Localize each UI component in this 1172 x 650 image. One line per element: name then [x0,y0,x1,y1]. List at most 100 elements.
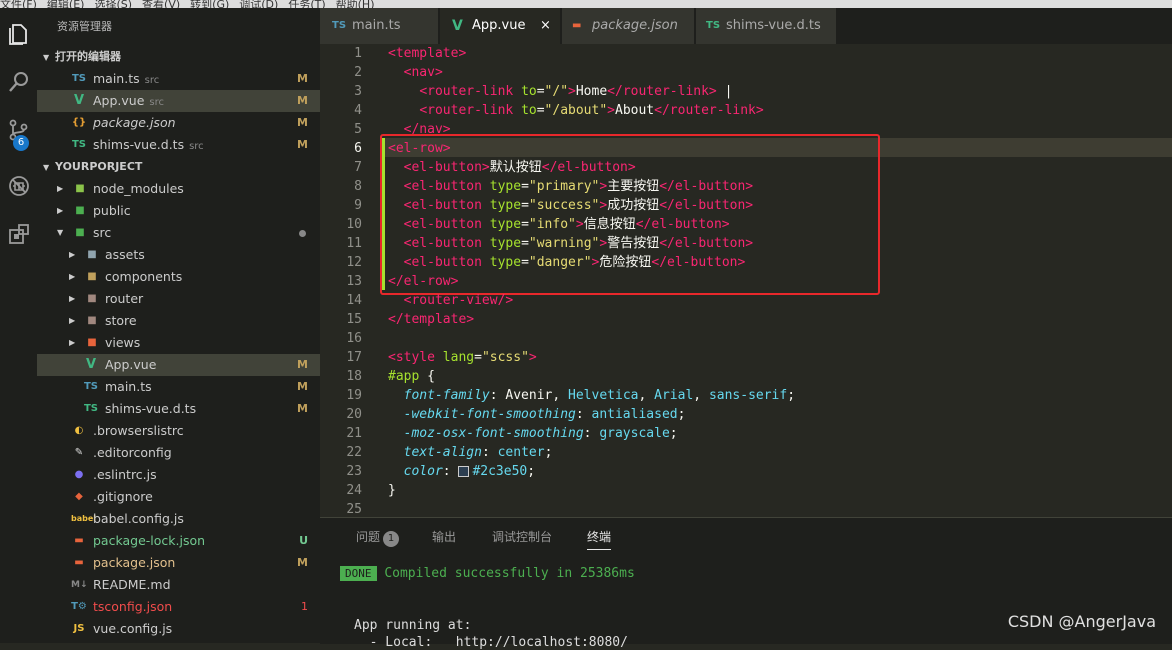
line-number: 18 [346,369,362,384]
typescript-icon: TS [332,20,347,31]
line-number: 12 [346,255,362,270]
tab-shims-vue[interactable]: TS shims-vue.d.ts [696,8,836,44]
tree-item[interactable]: ▶ ■ router [37,288,320,310]
tree-item[interactable]: ✎ .editorconfig [37,442,320,464]
menu-view[interactable]: 查看(V) [142,0,180,8]
code-editor[interactable]: 1 2 3 4 5 6 7 8 9 10 11 12 13 14 15 16 1… [320,44,1172,517]
tree-item[interactable]: ▬ package.json M [37,552,320,574]
tab-output[interactable]: 输出 [432,528,456,545]
open-editors-header[interactable]: ▼ 打开的编辑器 [37,46,320,68]
open-editor-label: main.ts src [93,71,160,86]
line-number: 6 [354,141,362,156]
tree-item[interactable]: M↓ README.md [37,574,320,596]
code-line: -moz-osx-font-smoothing: grayscale; [403,426,678,441]
menu-edit[interactable]: 编辑(E) [47,0,85,8]
explorer-sidebar: 资源管理器 ▼ 打开的编辑器 TS main.ts src M V App.vue s… [37,8,320,643]
tree-item[interactable]: ▼ ■ src [37,222,320,244]
tree-item[interactable]: TS shims-vue.d.ts M [37,398,320,420]
line-number: 1 [354,46,362,61]
chevron-right-icon: ▶ [69,272,76,281]
tab-package-json[interactable]: ▬ package.json [562,8,694,44]
tree-item-label: vue.config.js [93,621,173,636]
open-editor-item[interactable]: V App.vue src M [37,90,320,112]
menu-debug[interactable]: 调试(D) [239,0,278,8]
folder-icon: ■ [87,315,97,326]
tab-debug-console[interactable]: 调试控制台 [492,528,552,545]
extensions-icon[interactable] [0,216,37,252]
tree-item-label: public [93,203,131,218]
tab-main-ts[interactable]: TS main.ts [320,8,438,44]
tree-item[interactable]: ◐ .browserslistrc [37,420,320,442]
explorer-icon[interactable] [0,16,37,52]
tree-item[interactable]: V App.vue M [37,354,320,376]
tab-terminal[interactable]: 终端 [587,528,612,550]
menu-goto[interactable]: 转到(G) [190,0,229,8]
line-number: 4 [354,103,362,118]
menu-selection[interactable]: 选择(S) [94,0,132,8]
git-status: M [297,72,308,85]
open-editor-item[interactable]: {} package.json M [37,112,320,134]
tsconfig-icon: T⚙ [71,601,87,612]
done-badge: DONE [340,566,377,581]
tree-item[interactable]: babel babel.config.js [37,508,320,530]
git-status: M [297,116,308,129]
vue-icon: V [85,357,97,372]
open-editor-label: App.vue src [93,93,165,108]
debug-icon[interactable] [0,168,37,204]
tree-item[interactable]: ◆ .gitignore [37,486,320,508]
npm-icon: ▬ [572,20,582,31]
tree-item[interactable]: ● .eslintrc.js [37,464,320,486]
chevron-down-icon: ▼ [43,53,50,62]
terminal-compiled-line: DONE Compiled successfully in 25386ms [340,566,635,581]
tree-item[interactable]: ▶ ■ public [37,200,320,222]
open-editor-label: shims-vue.d.ts src [93,137,204,152]
search-icon[interactable] [0,64,37,100]
line-number: 2 [354,65,362,80]
typescript-icon: TS [83,403,99,414]
line-number: 22 [346,445,362,460]
menu-tasks[interactable]: 任务(T) [288,0,325,8]
code-line: <router-link to="/about">About</router-l… [419,103,764,118]
code-line: -webkit-font-smoothing: antialiased; [403,407,686,422]
open-editors-label: 打开的编辑器 [55,50,121,63]
line-number: 19 [346,388,362,403]
eslint-icon: ● [74,469,84,480]
editor-tabs: TS main.ts V App.vue × ▬ package.json TS… [320,8,1172,44]
tree-item[interactable]: ▶ ■ store [37,310,320,332]
open-editor-item[interactable]: TS shims-vue.d.ts src M [37,134,320,156]
tree-item[interactable]: ▶ ■ node_modules [37,178,320,200]
code-line: <template> [388,46,467,61]
menu-file[interactable]: 文件(F) [0,0,37,8]
git-status: M [297,358,308,371]
tab-app-vue[interactable]: V App.vue × [440,8,560,44]
code-line: <el-button>默认按钮</el-button> [403,160,636,175]
javascript-icon: JS [73,623,85,634]
tree-item[interactable]: ▶ ■ assets [37,244,320,266]
tree-item-label: components [105,269,183,284]
close-icon[interactable]: × [540,8,551,44]
tree-item[interactable]: ▬ package-lock.json U [37,530,320,552]
code-line: <el-button type="primary">主要按钮</el-butto… [403,179,754,194]
project-header[interactable]: ▼ YOURPORJECT [37,156,320,178]
git-icon: ◆ [75,491,83,502]
open-editor-item[interactable]: TS main.ts src M [37,68,320,90]
git-status: M [297,380,308,393]
code-line: color: #2c3e50; [403,464,536,479]
tree-item[interactable]: TS main.ts M [37,376,320,398]
tree-item[interactable]: JS vue.config.js [37,618,320,640]
tree-item-label: main.ts [105,379,152,394]
tree-item[interactable]: T⚙ tsconfig.json 1 [37,596,320,618]
chevron-right-icon: ▶ [69,316,76,325]
tree-item-label: shims-vue.d.ts [105,401,197,416]
chevron-down-icon: ▼ [43,163,50,172]
npm-icon: ▬ [74,535,84,546]
menu-help[interactable]: 帮助(H) [336,0,375,8]
chevron-right-icon: ▶ [69,250,76,259]
chevron-right-icon: ▶ [69,294,76,303]
tab-problems[interactable]: 问题 1 [356,528,400,547]
line-number: 10 [346,217,362,232]
tree-item[interactable]: ▶ ■ components [37,266,320,288]
color-swatch[interactable] [458,466,470,477]
tree-item[interactable]: ▶ ■ views [37,332,320,354]
project-label: YOURPORJECT [55,160,143,173]
